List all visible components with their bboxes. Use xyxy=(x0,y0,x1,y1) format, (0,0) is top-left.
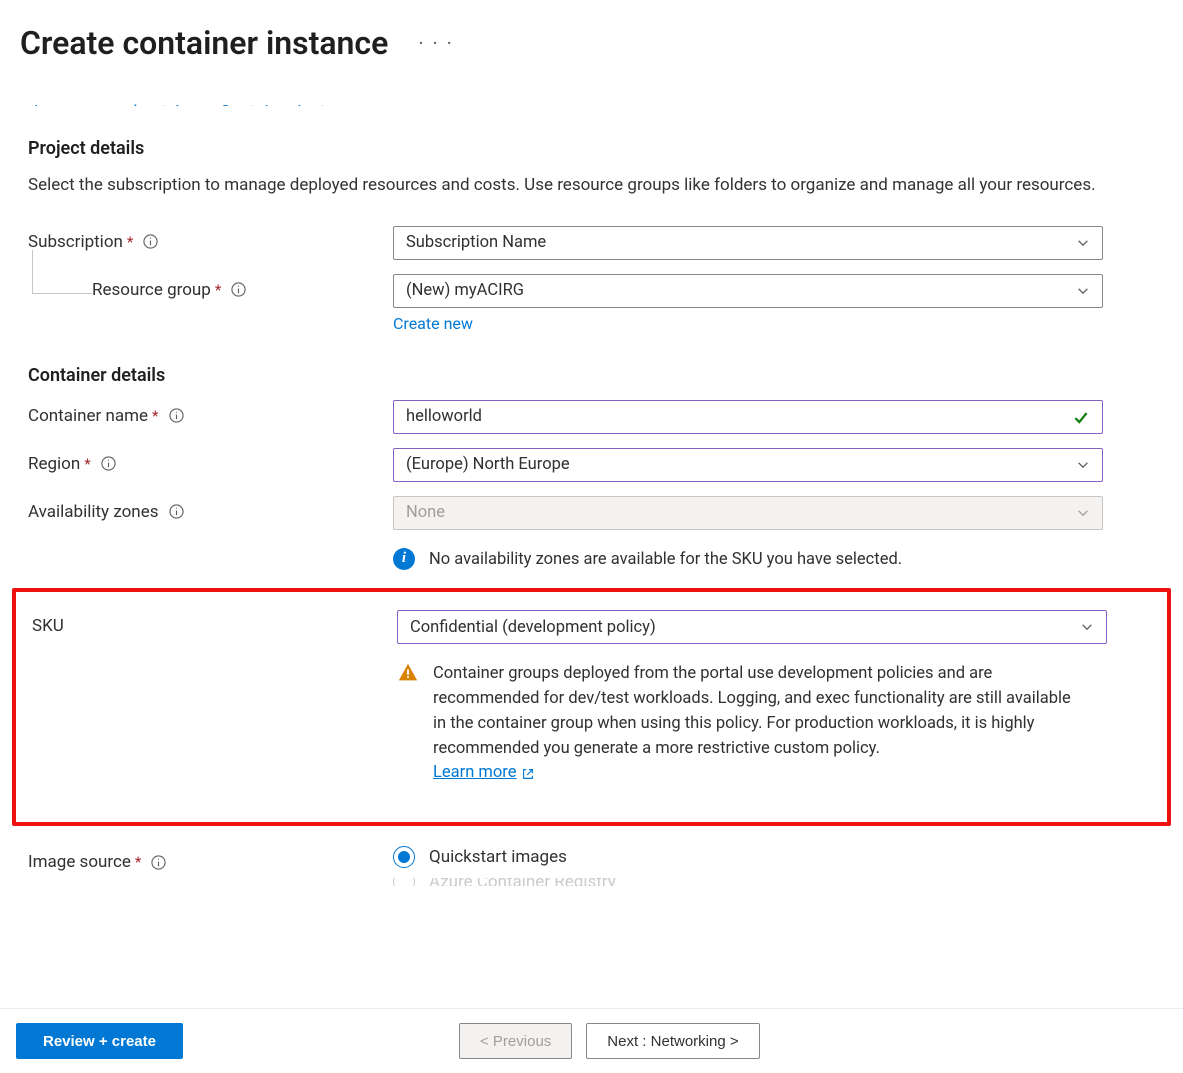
availability-zones-label: Availability zones xyxy=(28,502,159,522)
container-name-value: helloworld xyxy=(406,407,482,426)
learn-link-aci[interactable]: Learn more about Azure Container Instanc… xyxy=(34,100,1149,106)
container-name-input[interactable]: helloworld xyxy=(393,400,1103,434)
az-info-banner: i No availability zones are available fo… xyxy=(393,548,1103,573)
tree-connector xyxy=(32,250,92,294)
subscription-value: Subscription Name xyxy=(406,233,546,252)
chevron-down-icon xyxy=(1076,458,1090,472)
review-create-button[interactable]: Review + create xyxy=(16,1023,183,1059)
sku-highlight-box: SKU Confidential (development policy) Co… xyxy=(12,588,1171,826)
chevron-down-icon xyxy=(1080,620,1094,634)
sku-label: SKU xyxy=(32,616,64,636)
external-link-icon xyxy=(521,767,535,781)
checkmark-icon xyxy=(1072,408,1090,426)
next-button[interactable]: Next : Networking > xyxy=(586,1023,759,1059)
chevron-down-icon xyxy=(1076,506,1090,520)
sku-warning-text: Container groups deployed from the porta… xyxy=(433,664,1071,757)
sku-value: Confidential (development policy) xyxy=(410,618,656,637)
radio-label: Azure Container Registry xyxy=(429,878,616,886)
create-new-rg-link[interactable]: Create new xyxy=(393,314,473,333)
sku-warning-banner: Container groups deployed from the porta… xyxy=(397,662,1107,786)
resource-group-label: Resource group xyxy=(92,280,211,300)
region-value: (Europe) North Europe xyxy=(406,455,570,474)
availability-zones-value: None xyxy=(406,503,445,522)
az-info-text: No availability zones are available for … xyxy=(429,548,902,573)
resource-group-value: (New) myACIRG xyxy=(406,281,524,300)
resource-group-select[interactable]: (New) myACIRG xyxy=(393,274,1103,308)
previous-button[interactable]: < Previous xyxy=(459,1023,572,1059)
info-icon[interactable] xyxy=(143,234,158,249)
info-icon[interactable] xyxy=(169,504,184,519)
radio-icon xyxy=(393,846,415,868)
required-asterisk: * xyxy=(84,455,90,473)
wizard-footer: Review + create < Previous Next : Networ… xyxy=(0,1008,1183,1073)
required-asterisk: * xyxy=(152,407,158,425)
radio-icon xyxy=(393,878,415,886)
chevron-down-icon xyxy=(1076,284,1090,298)
required-asterisk: * xyxy=(215,281,221,299)
container-details-heading: Container details xyxy=(28,365,1155,386)
radio-label: Quickstart images xyxy=(429,847,567,867)
image-source-radio-quickstart[interactable]: Quickstart images xyxy=(393,846,1103,868)
image-source-radio-acr[interactable]: Azure Container Registry xyxy=(393,878,1103,886)
subscription-label: Subscription xyxy=(28,232,123,252)
project-details-desc: Select the subscription to manage deploy… xyxy=(28,173,1155,198)
learn-more-label: Learn more xyxy=(433,761,516,786)
info-icon[interactable] xyxy=(169,408,184,423)
region-select[interactable]: (Europe) North Europe xyxy=(393,448,1103,482)
sku-learn-more-link[interactable]: Learn more xyxy=(433,761,535,786)
page-title: Create container instance xyxy=(20,24,388,62)
more-actions-button[interactable]: · · · xyxy=(418,31,454,55)
required-asterisk: * xyxy=(135,853,141,871)
container-name-label: Container name xyxy=(28,406,148,426)
availability-zones-select: None xyxy=(393,496,1103,530)
info-icon[interactable] xyxy=(101,456,116,471)
sku-select[interactable]: Confidential (development policy) xyxy=(397,610,1107,644)
region-label: Region xyxy=(28,454,80,474)
chevron-down-icon xyxy=(1076,236,1090,250)
required-asterisk: * xyxy=(127,233,133,251)
subscription-select[interactable]: Subscription Name xyxy=(393,226,1103,260)
project-details-heading: Project details xyxy=(28,138,1155,159)
info-icon[interactable] xyxy=(231,282,246,297)
image-source-label: Image source xyxy=(28,852,131,872)
info-icon[interactable] xyxy=(151,855,166,870)
info-circle-icon: i xyxy=(393,548,415,570)
warning-icon xyxy=(397,662,419,684)
